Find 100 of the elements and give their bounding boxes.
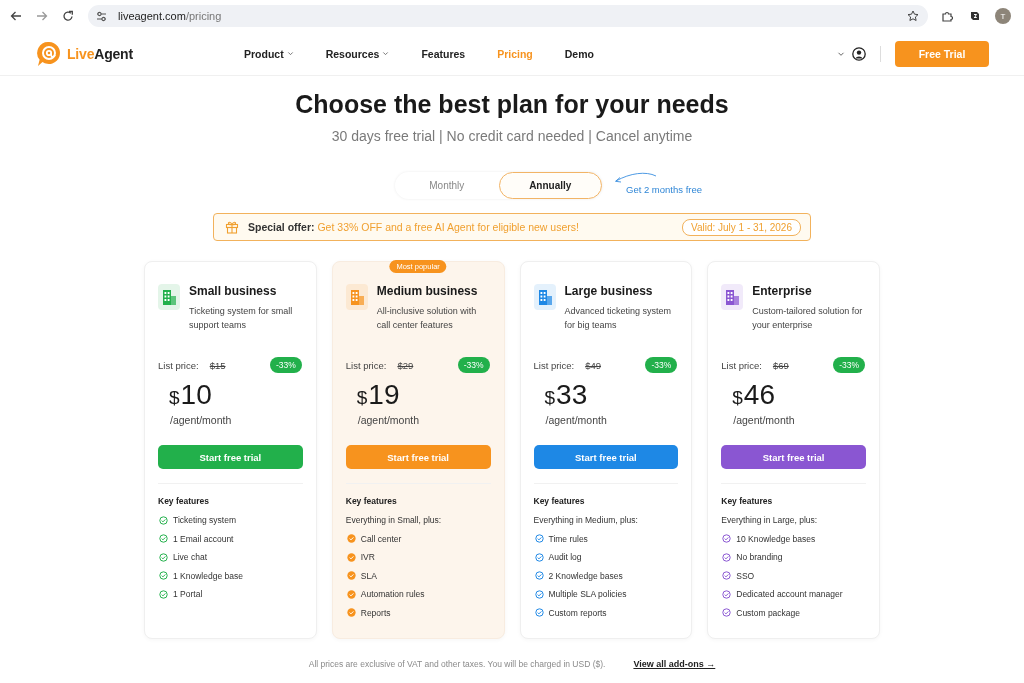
- feature-text: 1 Email account: [173, 533, 234, 544]
- plan-description: Ticketing system for small support teams: [189, 305, 294, 332]
- check-icon: [346, 589, 356, 599]
- discount-badge: -33%: [833, 357, 865, 373]
- price-period: /agent/month: [357, 413, 421, 427]
- feature-text: Custom package: [736, 607, 801, 618]
- address-bar[interactable]: liveagent.com/pricing: [88, 5, 928, 27]
- list-price: $15: [209, 359, 226, 371]
- price: $19: [356, 380, 401, 412]
- add-ons-link[interactable]: View all add-ons →: [633, 657, 716, 671]
- check-icon: [346, 608, 356, 618]
- discount-badge: -33%: [269, 357, 302, 373]
- features-intro: Everything in Small, plus:: [345, 514, 443, 528]
- nav-link[interactable]: Product: [244, 47, 294, 60]
- plan-description: Advanced ticketing system for big teams: [564, 305, 673, 332]
- check-icon: [346, 552, 356, 562]
- check-icon: [159, 589, 168, 599]
- start-trial-button[interactable]: Start free trial: [721, 445, 866, 469]
- page-title: Choose the best plan for your needs: [295, 89, 729, 120]
- logo-text[interactable]: LiveAgent: [67, 45, 133, 62]
- price: $33: [544, 380, 589, 412]
- gift-icon: [225, 220, 239, 234]
- features-heading: Key features: [345, 495, 398, 507]
- nav-link[interactable]: Resources: [325, 47, 390, 60]
- check-icon: [722, 571, 732, 581]
- feature-text: 1 Knowledge base: [173, 570, 243, 581]
- feature-text: IVR: [360, 552, 375, 563]
- start-trial-button[interactable]: Start free trial: [533, 445, 679, 469]
- url-text: liveagent.com/pricing: [118, 10, 222, 22]
- check-icon: [534, 571, 544, 581]
- features-heading: Key features: [721, 495, 774, 507]
- check-icon: [534, 552, 544, 562]
- list-price-label: List price:: [158, 359, 199, 371]
- list-price-label: List price:: [721, 359, 762, 371]
- plan-name: Medium business: [376, 283, 479, 300]
- discount-badge: -33%: [457, 357, 490, 373]
- building-icon: [345, 284, 368, 310]
- check-icon: [534, 589, 544, 599]
- price: $10: [169, 380, 213, 412]
- check-icon: [534, 534, 544, 544]
- feature-text: 10 Knowledge bases: [736, 533, 816, 544]
- list-price-label: List price:: [533, 359, 575, 371]
- account-icon[interactable]: [852, 46, 866, 61]
- caret-icon: [286, 50, 294, 57]
- plan-name: Small business: [189, 283, 278, 300]
- curved-arrow-icon: [612, 172, 658, 184]
- profile-avatar-button[interactable]: T: [995, 8, 1011, 24]
- billing-option[interactable]: Monthly: [395, 172, 499, 199]
- page-subtitle: 30 days free trial | No credit card needed | Cancel anytime: [331, 128, 693, 144]
- features-heading: Key features: [533, 495, 586, 507]
- check-icon: [534, 608, 544, 618]
- feature-text: SSO: [736, 570, 755, 581]
- feature-text: Time rules: [548, 533, 588, 544]
- features-intro: Everything in Medium, plus:: [533, 514, 639, 528]
- check-icon: [722, 552, 732, 562]
- plan-description: All-inclusive solution with call center features: [376, 305, 478, 332]
- check-icon: [722, 534, 732, 544]
- check-icon: [159, 571, 168, 581]
- feature-text: Call center: [360, 533, 402, 544]
- pricing-note: All prices are exclusive of VAT and other taxes. You will be charged in USD ($).: [308, 658, 606, 671]
- check-icon: [159, 515, 168, 525]
- billing-option[interactable]: Annually: [498, 172, 602, 199]
- feature-text: 2 Knowledge bases: [548, 570, 623, 581]
- offer-text: Special offer: Get 33% OFF and a free AI Agent for eligible new users!: [248, 221, 579, 233]
- tune-icon[interactable]: [96, 10, 107, 22]
- extension-icon[interactable]: [969, 10, 981, 22]
- reload-icon[interactable]: [62, 10, 74, 22]
- check-icon: [159, 552, 168, 562]
- list-price: $29: [397, 359, 414, 371]
- feature-text: 1 Portal: [173, 589, 203, 600]
- caret-icon: [382, 50, 390, 57]
- feature-text: Dedicated account manager: [736, 589, 843, 600]
- features-heading: Key features: [158, 495, 211, 507]
- nav-link[interactable]: Demo: [564, 47, 594, 60]
- discount-note: Get 2 months free: [626, 184, 704, 195]
- feature-text: Ticketing system: [173, 515, 236, 526]
- feature-text: Multiple SLA policies: [548, 589, 627, 600]
- feature-text: Custom reports: [548, 607, 607, 618]
- feature-text: Live chat: [173, 552, 208, 563]
- plan-name: Enterprise: [752, 283, 813, 300]
- star-icon[interactable]: [907, 10, 919, 22]
- price-period: /agent/month: [170, 413, 233, 427]
- features-intro: Everything in Large, plus:: [721, 514, 819, 528]
- plan-description: Custom-tailored solution for your enterprise: [752, 305, 864, 332]
- check-icon: [346, 571, 356, 581]
- check-icon: [722, 608, 732, 618]
- puzzle-icon[interactable]: [941, 10, 953, 22]
- building-icon: [721, 284, 744, 310]
- building-icon: [158, 284, 180, 310]
- price: $46: [732, 380, 776, 412]
- plan-name: Large business: [564, 283, 654, 300]
- feature-text: No branding: [736, 552, 783, 563]
- nav-link[interactable]: Features: [421, 47, 466, 60]
- feature-text: Audit log: [548, 552, 582, 563]
- building-icon: [533, 284, 556, 310]
- check-icon: [722, 589, 732, 599]
- back-arrow-icon[interactable]: [10, 10, 22, 22]
- validity-badge: Valid: July 1 - 31, 2026: [682, 218, 801, 236]
- feature-text: SLA: [360, 570, 377, 581]
- check-icon: [159, 534, 168, 544]
